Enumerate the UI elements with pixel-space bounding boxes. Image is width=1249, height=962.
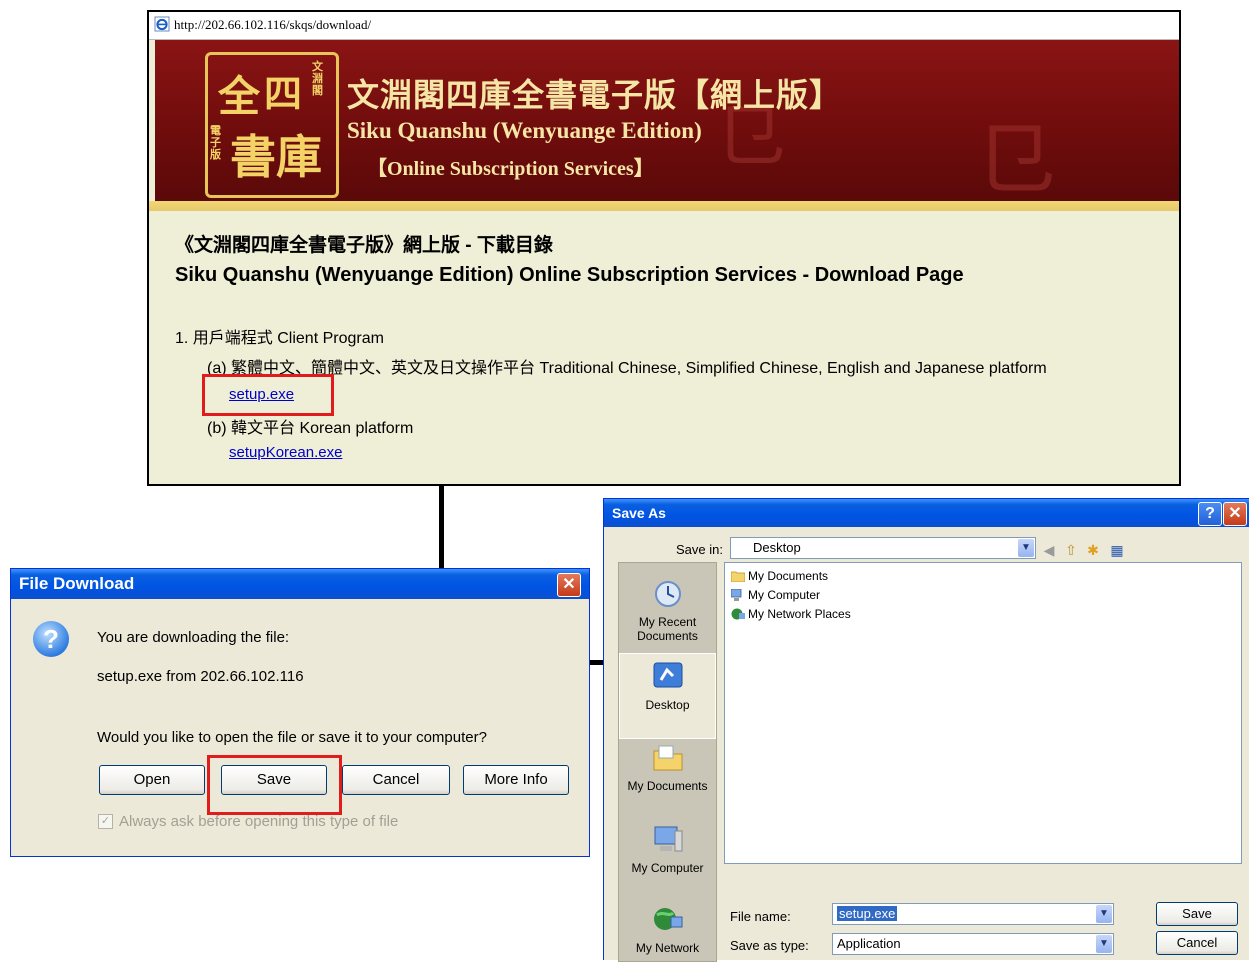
desktop-icon (653, 662, 682, 688)
banner-subtitle-en: 【Online Subscription Services】 (367, 158, 654, 180)
save-type-value: Application (837, 936, 901, 951)
file-name-field[interactable]: setup.exe ▼ (832, 903, 1114, 925)
my-network-icon (653, 908, 682, 930)
file-name-value: setup.exe (837, 906, 898, 921)
save-in-label: Save in: (676, 542, 723, 557)
views-menu-icon[interactable]: ▦ (1108, 541, 1126, 559)
banner-decoration: ⺋ (975, 113, 1055, 206)
back-icon[interactable]: ◀ (1040, 541, 1058, 559)
place-my-documents[interactable]: My Documents (619, 741, 716, 793)
save-in-select[interactable]: Desktop ▼ (730, 537, 1036, 559)
up-folder-icon[interactable]: ⇧ (1062, 541, 1080, 559)
dialog-title: File Download (11, 569, 589, 599)
new-folder-icon[interactable]: ✱ (1084, 541, 1102, 559)
save-in-value: Desktop (753, 540, 801, 555)
place-my-computer[interactable]: My Computer (619, 823, 716, 875)
section-client-program: 1. 用戶端程式 Client Program (175, 330, 384, 347)
save-as-dialog: Save As ? ✕ Save in: Desktop ▼ ◀ ⇧ ✱ ▦ M… (603, 498, 1249, 962)
banner-gold-strip (149, 201, 1179, 211)
file-name-label: File name: (730, 909, 791, 924)
browser-window: http://202.66.102.116/skqs/download/ 全 四… (147, 10, 1181, 486)
page-heading-cn: 《文淵閣四庫全書電子版》網上版 - 下載目錄 (175, 235, 553, 256)
folder-icon (731, 571, 745, 582)
save-type-select[interactable]: Application ▼ (832, 933, 1114, 955)
list-item[interactable]: My Network Places (731, 607, 851, 621)
site-banner: 全 四 書 庫 文淵閣 電子版 ⺋ ⺋ 文淵閣四庫全書電子版【網上版】 Siku… (155, 40, 1179, 206)
highlight-box-save-button (207, 755, 342, 815)
list-item[interactable]: My Documents (731, 569, 828, 583)
save-type-label: Save as type: (730, 938, 809, 953)
page-heading-en: Siku Quanshu (Wenyuange Edition) Online … (175, 264, 964, 286)
address-url[interactable]: http://202.66.102.116/skqs/download/ (174, 17, 371, 33)
address-bar[interactable]: http://202.66.102.116/skqs/download/ (149, 12, 1179, 40)
more-info-button[interactable]: More Info (463, 765, 569, 795)
places-bar: My Recent Documents Desktop My Documents… (618, 562, 717, 962)
place-recent-documents[interactable]: My Recent Documents (619, 577, 716, 643)
download-question: Would you like to open the file or save … (97, 729, 487, 746)
dialog-title: Save As (604, 499, 1249, 527)
close-icon[interactable]: ✕ (557, 573, 581, 597)
place-my-network[interactable]: My Network (619, 903, 716, 955)
computer-icon (731, 589, 742, 601)
ie-page-icon (154, 16, 170, 32)
save-button[interactable]: Save (1156, 902, 1238, 926)
logo-seal: 全 四 書 庫 文淵閣 電子版 (205, 52, 339, 198)
network-icon (731, 608, 745, 620)
item-b-label: (b) 韓文平台 Korean platform (207, 420, 414, 437)
help-icon[interactable]: ? (1198, 502, 1222, 526)
close-icon[interactable]: ✕ (1223, 502, 1247, 526)
my-documents-icon (653, 745, 682, 771)
always-ask-label: Always ask before opening this type of f… (119, 813, 399, 830)
my-computer-icon (654, 826, 682, 852)
place-desktop[interactable]: Desktop (619, 653, 716, 739)
always-ask-checkbox[interactable]: ✓ (98, 814, 113, 829)
download-message: You are downloading the file: (97, 629, 290, 646)
file-list[interactable]: My Documents My Computer My Network Plac… (724, 562, 1242, 864)
cancel-button[interactable]: Cancel (342, 765, 450, 795)
download-file-source: setup.exe from 202.66.102.116 (97, 668, 304, 685)
banner-title-cn: 文淵閣四庫全書電子版【網上版】 (347, 76, 843, 114)
chevron-down-icon[interactable]: ▼ (1096, 905, 1112, 923)
cancel-button[interactable]: Cancel (1156, 931, 1238, 955)
chevron-down-icon[interactable]: ▼ (1096, 935, 1112, 953)
recent-documents-icon (654, 581, 681, 607)
chevron-down-icon[interactable]: ▼ (1018, 539, 1034, 557)
question-icon: ? (33, 621, 69, 657)
open-button[interactable]: Open (99, 765, 205, 795)
banner-title-en: Siku Quanshu (Wenyuange Edition) (347, 118, 702, 143)
highlight-box-setup-link (202, 374, 334, 416)
list-item[interactable]: My Computer (731, 588, 820, 602)
setup-korean-link[interactable]: setupKorean.exe (229, 444, 342, 461)
